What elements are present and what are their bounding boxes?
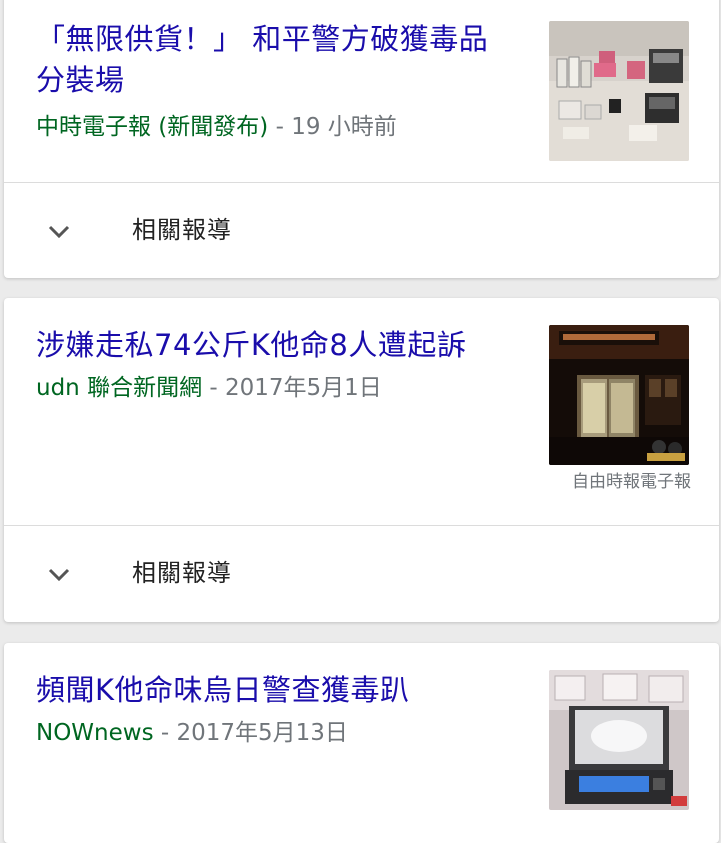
story-source: NOWnews	[36, 720, 154, 746]
news-card: 涉嫌走私74公斤K他命8人遭起訴 udn 聯合新聞網 - 2017年5月1日 自…	[4, 298, 719, 622]
chevron-down-icon	[48, 568, 70, 582]
news-card: 頻聞K他命味烏日警查獲毒趴 NOWnews - 2017年5月13日	[4, 643, 719, 843]
related-coverage-label: 相關報導	[132, 559, 232, 587]
story-title[interactable]: 頻聞K他命味烏日警查獲毒趴	[36, 670, 516, 711]
story-thumbnail[interactable]	[549, 325, 689, 465]
chevron-down-icon	[48, 225, 70, 239]
meta-separator: -	[153, 720, 177, 746]
story-title[interactable]: 涉嫌走私74公斤K他命8人遭起訴	[36, 325, 516, 366]
story-time: 19 小時前	[291, 114, 397, 140]
related-coverage-toggle[interactable]: 相關報導	[4, 530, 719, 620]
news-card: 「無限供貨！」 和平警方破獲毒品分裝場 中時電子報 (新聞發布) - 19 小時…	[4, 0, 719, 278]
divider	[4, 182, 719, 183]
related-coverage-label: 相關報導	[132, 216, 232, 244]
related-coverage-toggle[interactable]: 相關報導	[4, 187, 719, 277]
story-title[interactable]: 「無限供貨！」 和平警方破獲毒品分裝場	[36, 19, 516, 101]
story-time: 2017年5月1日	[225, 375, 382, 401]
story-thumbnail[interactable]	[549, 21, 689, 161]
story-source: udn 聯合新聞網	[36, 375, 203, 401]
meta-separator: -	[268, 114, 292, 140]
image-credit: 自由時報電子報	[572, 472, 691, 492]
story-thumbnail[interactable]	[549, 670, 689, 810]
story-time: 2017年5月13日	[176, 720, 348, 746]
story-meta: 中時電子報 (新聞發布) - 19 小時前	[36, 112, 397, 142]
meta-separator: -	[202, 375, 225, 401]
story-meta: udn 聯合新聞網 - 2017年5月1日	[36, 373, 382, 403]
divider	[4, 525, 719, 526]
story-meta: NOWnews - 2017年5月13日	[36, 718, 348, 748]
story-source: 中時電子報 (新聞發布)	[36, 114, 269, 140]
